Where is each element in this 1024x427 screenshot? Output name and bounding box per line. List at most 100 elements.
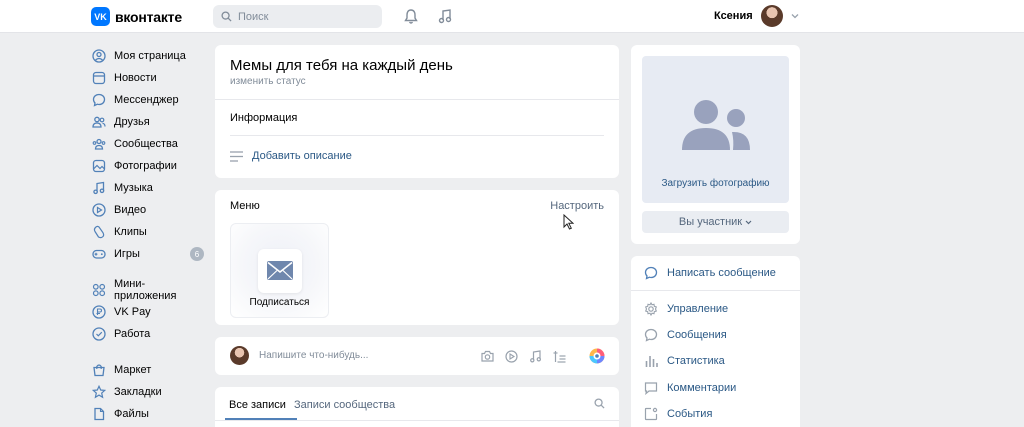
user-avatar bbox=[760, 5, 783, 27]
user-menu[interactable]: Ксения bbox=[714, 5, 799, 27]
info-heading: Информация bbox=[230, 112, 298, 124]
events-link[interactable]: События bbox=[644, 407, 712, 421]
nav-item-vk-pay[interactable]: VK Pay bbox=[92, 301, 207, 323]
news-icon bbox=[92, 71, 106, 85]
nav-item-mini-apps[interactable]: Мини-приложения bbox=[92, 278, 207, 302]
divider bbox=[631, 290, 800, 291]
nav-label: Фотографии bbox=[114, 160, 177, 172]
upload-photo-label: Загрузить фотографию bbox=[661, 178, 770, 189]
member-dropdown-button[interactable]: Вы участник bbox=[642, 211, 789, 233]
comments-link[interactable]: Комментарии bbox=[644, 381, 736, 395]
bell-icon[interactable] bbox=[403, 8, 419, 25]
nav-item-market[interactable]: Маркет bbox=[92, 359, 207, 381]
page-title: Мемы для тебя на каждый день bbox=[230, 57, 453, 74]
nav-label: VK Pay bbox=[114, 306, 151, 318]
search-icon bbox=[221, 11, 232, 22]
nav-label: Моя страница bbox=[114, 50, 186, 62]
link-label: Сообщения bbox=[667, 329, 727, 341]
search-icon[interactable] bbox=[594, 398, 605, 409]
community-placeholder-icon bbox=[679, 98, 753, 154]
configure-link[interactable]: Настроить bbox=[550, 200, 604, 212]
user-circle-icon bbox=[92, 49, 106, 63]
clips-icon bbox=[92, 225, 106, 239]
chevron-down-icon bbox=[791, 13, 799, 19]
music-icon[interactable] bbox=[437, 8, 453, 25]
top-header: VK вконтакте Поиск Ксения bbox=[0, 0, 1024, 33]
nav-separator bbox=[92, 345, 207, 359]
video-icon[interactable] bbox=[505, 350, 518, 363]
nav-item-clips[interactable]: Клипы bbox=[92, 221, 207, 243]
link-label: События bbox=[667, 408, 713, 420]
star-icon bbox=[92, 385, 106, 399]
manage-link[interactable]: Управление bbox=[644, 302, 728, 316]
change-status-link[interactable]: изменить статус bbox=[230, 76, 306, 87]
message-icon bbox=[644, 266, 658, 280]
tab-community-posts[interactable]: Записи сообщества bbox=[294, 399, 395, 411]
tab-all-posts[interactable]: Все записи bbox=[229, 399, 286, 411]
nav-item-bookmarks[interactable]: Закладки bbox=[92, 381, 207, 403]
nav-label: Работа bbox=[114, 328, 151, 340]
nav-item-music[interactable]: Музыка bbox=[92, 177, 207, 199]
nav-item-video[interactable]: Видео bbox=[92, 199, 207, 221]
search-input[interactable]: Поиск bbox=[213, 5, 382, 28]
apps-icon bbox=[92, 283, 106, 297]
avatar-card: Загрузить фотографию Вы участник bbox=[631, 45, 800, 244]
mail-icon bbox=[257, 248, 302, 293]
photo-icon bbox=[92, 159, 106, 173]
post-composer[interactable]: Напишите что-нибудь... bbox=[215, 337, 619, 375]
communities-icon bbox=[92, 137, 106, 151]
list-lines-icon bbox=[230, 150, 243, 162]
nav-label: Музыка bbox=[114, 182, 153, 194]
chevron-down-icon bbox=[745, 220, 752, 225]
statistics-link[interactable]: Статистика bbox=[644, 354, 725, 368]
nav-separator bbox=[92, 265, 207, 279]
messages-link[interactable]: Сообщения bbox=[644, 328, 727, 342]
market-icon bbox=[92, 363, 106, 377]
wall-tabs-card: Все записи Записи сообщества bbox=[215, 387, 619, 427]
write-message-button[interactable]: Написать сообщение bbox=[644, 266, 776, 280]
work-icon bbox=[92, 327, 106, 341]
nav-item-files[interactable]: Файлы bbox=[92, 403, 207, 425]
vk-logo[interactable]: VK вконтакте bbox=[91, 7, 182, 26]
add-description-label: Добавить описание bbox=[252, 150, 352, 162]
music-icon[interactable] bbox=[529, 350, 542, 363]
add-description-button[interactable]: Добавить описание bbox=[230, 150, 352, 162]
nav-item-my-page[interactable]: Моя страница bbox=[92, 45, 207, 67]
composer-input[interactable]: Напишите что-нибудь... bbox=[259, 350, 368, 361]
nav-label: Друзья bbox=[114, 116, 150, 128]
nav-item-news[interactable]: Новости bbox=[92, 67, 207, 89]
logo-text: вконтакте bbox=[115, 8, 182, 25]
gamepad-icon bbox=[92, 247, 106, 261]
stats-icon bbox=[644, 354, 658, 368]
nav-label: Мессенджер bbox=[114, 94, 179, 106]
actions-card: Написать сообщение Управление Сообщения … bbox=[631, 256, 800, 427]
vkpay-icon bbox=[92, 305, 106, 319]
games-badge: 6 bbox=[190, 247, 204, 261]
music-icon bbox=[92, 181, 106, 195]
events-icon bbox=[644, 407, 658, 421]
upload-photo-area[interactable]: Загрузить фотографию bbox=[642, 56, 789, 203]
article-icon[interactable] bbox=[553, 350, 566, 363]
nav-item-friends[interactable]: Друзья bbox=[92, 111, 207, 133]
nav-item-games[interactable]: Игры 6 bbox=[92, 243, 207, 265]
video-icon bbox=[92, 203, 106, 217]
search-placeholder: Поиск bbox=[238, 10, 269, 23]
nav-label: Маркет bbox=[114, 364, 152, 376]
nav-label: Клипы bbox=[114, 226, 147, 238]
left-nav: Моя страница Новости Мессенджер Друзья С… bbox=[92, 45, 207, 425]
vk-logo-icon: VK bbox=[91, 7, 110, 26]
nav-item-communities[interactable]: Сообщества bbox=[92, 133, 207, 155]
file-icon bbox=[92, 407, 106, 421]
friends-icon bbox=[92, 115, 106, 129]
write-message-label: Написать сообщение bbox=[667, 267, 776, 279]
camera-icon[interactable] bbox=[481, 350, 494, 363]
color-wheel-icon[interactable] bbox=[589, 348, 605, 364]
nav-label: Игры bbox=[114, 248, 140, 260]
link-label: Управление bbox=[667, 303, 729, 315]
comment-icon bbox=[644, 381, 658, 395]
nav-label: Новости bbox=[114, 72, 157, 84]
nav-item-work[interactable]: Работа bbox=[92, 323, 207, 345]
nav-item-photos[interactable]: Фотографии bbox=[92, 155, 207, 177]
nav-item-messenger[interactable]: Мессенджер bbox=[92, 89, 207, 111]
divider bbox=[215, 99, 619, 100]
